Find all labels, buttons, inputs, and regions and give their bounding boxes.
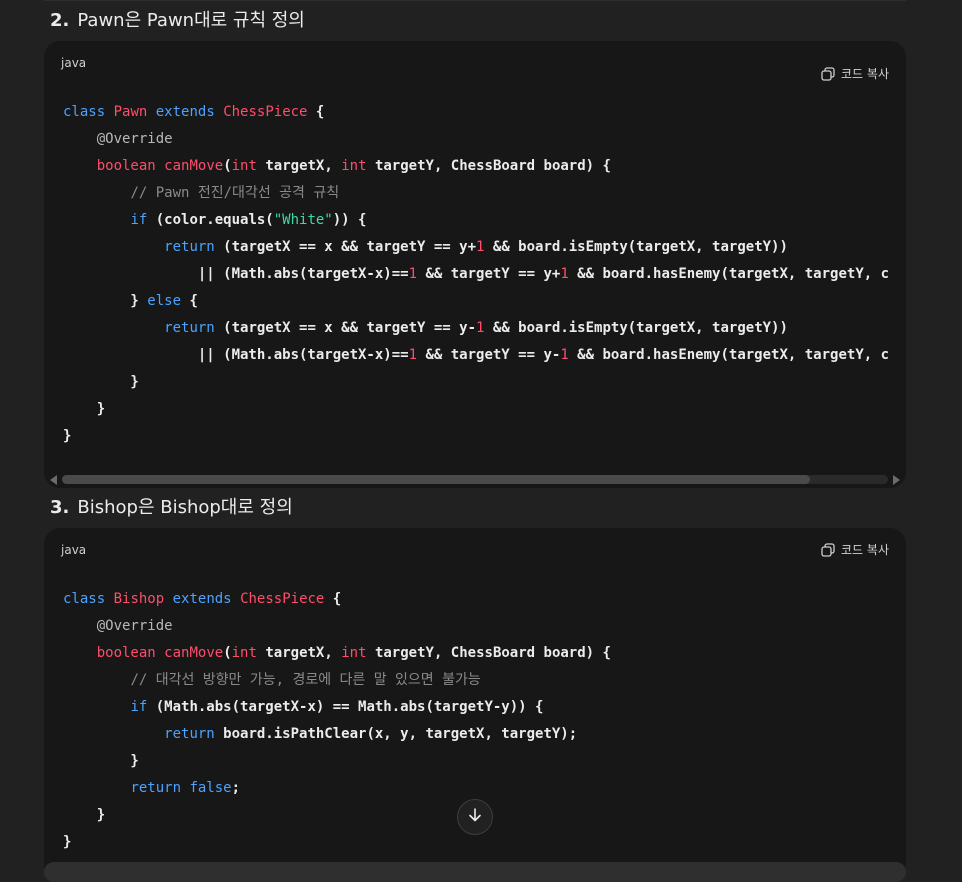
code-line: @Override [96,618,173,634]
horizontal-scrollbar[interactable] [44,470,906,488]
code-line: } [63,401,106,417]
section-heading-bishop: 3. Bishop은 Bishop대로 정의 [50,493,293,519]
code-line: boolean canMove(int targetX, int targetY… [96,158,611,174]
scroll-right-arrow-icon[interactable] [893,475,900,485]
code-line: class Bishop extends ChessPiece { [63,591,342,607]
code-content-pawn[interactable]: class Pawn extends ChessPiece { @Overrid… [63,99,906,450]
code-line: boolean canMove(int targetX, int targetY… [96,645,611,661]
code-line: } [63,374,139,390]
copy-code-button[interactable]: 코드 복사 [821,65,889,82]
code-line: return false; [130,780,241,796]
copy-code-button[interactable]: 코드 복사 [821,541,889,558]
section-title: Bishop은 Bishop대로 정의 [77,497,293,518]
section-number: 3. [50,497,70,518]
code-line: return (targetX == x && targetY == y+1 &… [164,239,788,255]
section-heading-pawn: 2. Pawn은 Pawn대로 규칙 정의 [50,6,305,32]
code-line: || (Math.abs(targetX-x)==1 && targetY ==… [63,347,890,363]
copy-icon [821,542,835,557]
code-line: } else { [63,293,198,309]
code-line: // 대각선 방향만 가능, 경로에 다른 말 있으면 불가능 [130,672,481,688]
copy-code-label: 코드 복사 [841,67,889,81]
arrow-down-icon [467,807,483,827]
code-line: if (color.equals("White")) { [130,212,367,228]
code-line: return (targetX == x && targetY == y-1 &… [164,320,788,336]
code-line: if (Math.abs(targetX-x) == Math.abs(targ… [130,699,544,715]
copy-icon [821,66,835,81]
code-line: } [63,753,139,769]
code-line: } [63,428,72,444]
scroll-left-arrow-icon[interactable] [50,475,57,485]
copy-code-label: 코드 복사 [841,543,889,557]
code-block-pawn: java 코드 복사 class Pawn extends ChessPiece… [44,41,906,488]
scroll-to-bottom-button[interactable] [457,799,493,835]
composer-bar [44,862,906,882]
section-title: Pawn은 Pawn대로 규칙 정의 [77,10,305,31]
code-line: // Pawn 전진/대각선 공격 규칙 [130,185,340,201]
code-line: class Pawn extends ChessPiece { [63,104,325,120]
top-divider [44,0,906,1]
code-language-label: java [61,543,87,557]
code-line: @Override [96,131,173,147]
code-line: return board.isPathClear(x, y, targetX, … [164,726,578,742]
code-line: || (Math.abs(targetX-x)==1 && targetY ==… [63,266,890,282]
section-number: 2. [50,10,70,31]
code-line: } [63,834,72,850]
scrollbar-thumb[interactable] [62,475,810,484]
code-language-label: java [61,56,87,70]
